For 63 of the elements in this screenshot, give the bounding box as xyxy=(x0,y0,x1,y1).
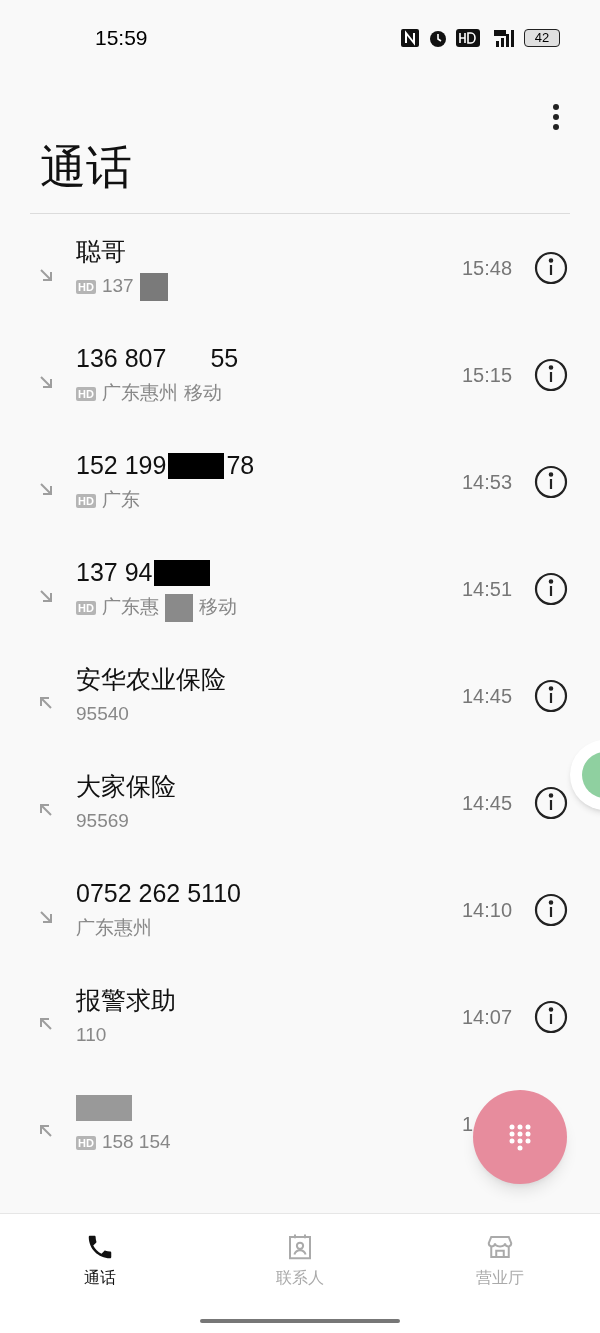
call-log-row[interactable]: 聪哥 HD 137 15:48 xyxy=(0,214,568,321)
tab-label: 营业厅 xyxy=(476,1268,524,1288)
clock: 15:59 xyxy=(95,24,148,51)
call-detail: 95569 xyxy=(76,809,129,834)
call-time: 1 xyxy=(462,1112,474,1135)
page-title: 通话 xyxy=(40,140,133,195)
contact-name: 聪哥 xyxy=(76,235,126,267)
call-log-row[interactable]: 报警求助 110 14:07 xyxy=(0,963,568,1070)
call-log-row[interactable]: 137 94 HD 广东惠 移动 14:51 xyxy=(0,535,568,642)
call-detail: 广东惠州 xyxy=(101,381,178,406)
call-detail: 移动 xyxy=(198,595,237,620)
call-detail: 137 xyxy=(101,274,134,299)
call-time: 14:53 xyxy=(462,470,513,493)
contact-name: 大家保险 xyxy=(76,770,176,802)
contact-name: 55 xyxy=(210,342,239,374)
info-icon[interactable] xyxy=(534,571,568,606)
call-time: 15:48 xyxy=(462,256,513,279)
contact-name: 136 807 xyxy=(76,342,167,374)
info-icon[interactable] xyxy=(534,250,568,285)
info-icon[interactable] xyxy=(534,464,568,499)
call-time: 14:10 xyxy=(462,898,513,921)
call-time: 14:45 xyxy=(462,684,513,707)
call-detail: 158 154 xyxy=(101,1130,171,1155)
contact-name: 0752 262 5110 xyxy=(76,877,241,909)
tab-label: 联系人 xyxy=(276,1268,324,1288)
call-time: 15:15 xyxy=(462,363,513,386)
contact-name: 报警求助 xyxy=(76,984,176,1016)
call-time: 14:51 xyxy=(462,577,513,600)
hd-badge: HD xyxy=(76,493,96,508)
info-icon[interactable] xyxy=(534,357,568,392)
call-time: 14:45 xyxy=(462,791,513,814)
dialpad-icon xyxy=(508,1123,532,1151)
hd-badge: HD xyxy=(76,600,96,615)
hd-badge: HD xyxy=(76,1135,96,1150)
call-log-row[interactable]: HD 158 154 1 xyxy=(0,1070,568,1177)
call-detail: 广东惠 xyxy=(101,595,159,620)
call-log-row[interactable]: 136 807 55 HD 广东惠州 移动 15:15 xyxy=(0,321,568,428)
call-log-row[interactable]: 大家保险 95569 14:45 xyxy=(0,749,568,856)
contact-name: 78 xyxy=(226,449,255,481)
nav-tab[interactable]: 通话 xyxy=(0,1232,200,1290)
hd-icon xyxy=(456,28,480,47)
info-icon[interactable] xyxy=(534,999,568,1034)
call-log-row[interactable]: 安华农业保险 95540 14:45 xyxy=(0,642,568,749)
hd-badge: HD xyxy=(76,386,96,401)
hd-badge: HD xyxy=(76,279,96,294)
call-time: 14:07 xyxy=(462,1005,513,1028)
tab-label: 通话 xyxy=(84,1268,116,1288)
info-icon[interactable] xyxy=(534,785,568,820)
call-detail: 广东 xyxy=(101,488,140,513)
info-icon[interactable] xyxy=(534,892,568,927)
call-detail: 广东惠州 xyxy=(76,916,152,941)
call-log-row[interactable]: 152 199 78 HD 广东 14:53 xyxy=(0,428,568,535)
call-detail: 95540 xyxy=(76,702,129,727)
battery-indicator: 42 xyxy=(524,28,560,47)
more-options-icon[interactable] xyxy=(552,103,560,131)
nfc-icon xyxy=(400,27,420,48)
contact-name: 137 94 xyxy=(76,556,153,588)
call-detail: 110 xyxy=(76,1023,107,1048)
contact-name: 152 199 xyxy=(76,449,167,481)
contact-name: 安华农业保险 xyxy=(76,663,226,695)
info-icon[interactable] xyxy=(534,678,568,713)
call-detail: 移动 xyxy=(183,381,222,406)
call-log-row[interactable]: 0752 262 5110 广东惠州 14:10 xyxy=(0,856,568,963)
